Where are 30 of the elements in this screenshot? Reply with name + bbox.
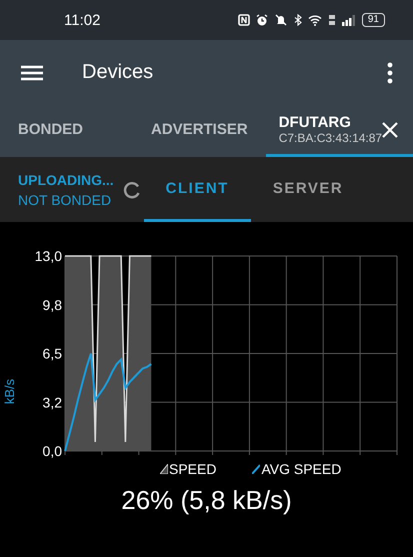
axis-tick-label: 9,8 xyxy=(42,296,62,313)
axis-tick-label: 6,5 xyxy=(42,346,62,362)
nfc-icon xyxy=(238,14,250,26)
battery-indicator: 91 xyxy=(362,13,385,27)
legend-swatch-icon xyxy=(160,464,168,474)
axis-title: kB/s xyxy=(2,378,17,404)
muted-bell-icon xyxy=(274,14,288,26)
legend-line-icon xyxy=(252,464,260,474)
more-options-icon xyxy=(385,60,395,84)
close-icon[interactable] xyxy=(382,122,398,138)
signal-icon xyxy=(342,14,356,26)
screen-title: Devices xyxy=(82,61,154,84)
bluetooth-icon xyxy=(294,14,302,26)
tab[interactable]: ADVERTISER xyxy=(133,105,266,157)
alarm-icon xyxy=(256,14,268,26)
progress-text: 26% (5,8 kB/s) xyxy=(120,485,293,516)
tab[interactable]: BONDED xyxy=(0,105,102,157)
legend-label: SPEED xyxy=(169,461,216,477)
legend-label: AVG SPEED xyxy=(261,461,342,477)
axis-tick-label: 13,0 xyxy=(34,248,62,264)
upload-status: UPLOADING... xyxy=(18,170,114,190)
more-options-button[interactable] xyxy=(385,60,395,84)
axis-tick-label: 3,2 xyxy=(42,394,62,410)
axis-tick-label: 0,0 xyxy=(42,443,62,459)
tab[interactable]: SERVER xyxy=(250,157,366,222)
wifi-icon xyxy=(308,14,322,26)
bond-status: NOT BONDED xyxy=(18,190,112,210)
clock: 11:02 xyxy=(64,12,100,28)
spinner-icon xyxy=(122,180,142,200)
volte-icon xyxy=(328,14,336,26)
